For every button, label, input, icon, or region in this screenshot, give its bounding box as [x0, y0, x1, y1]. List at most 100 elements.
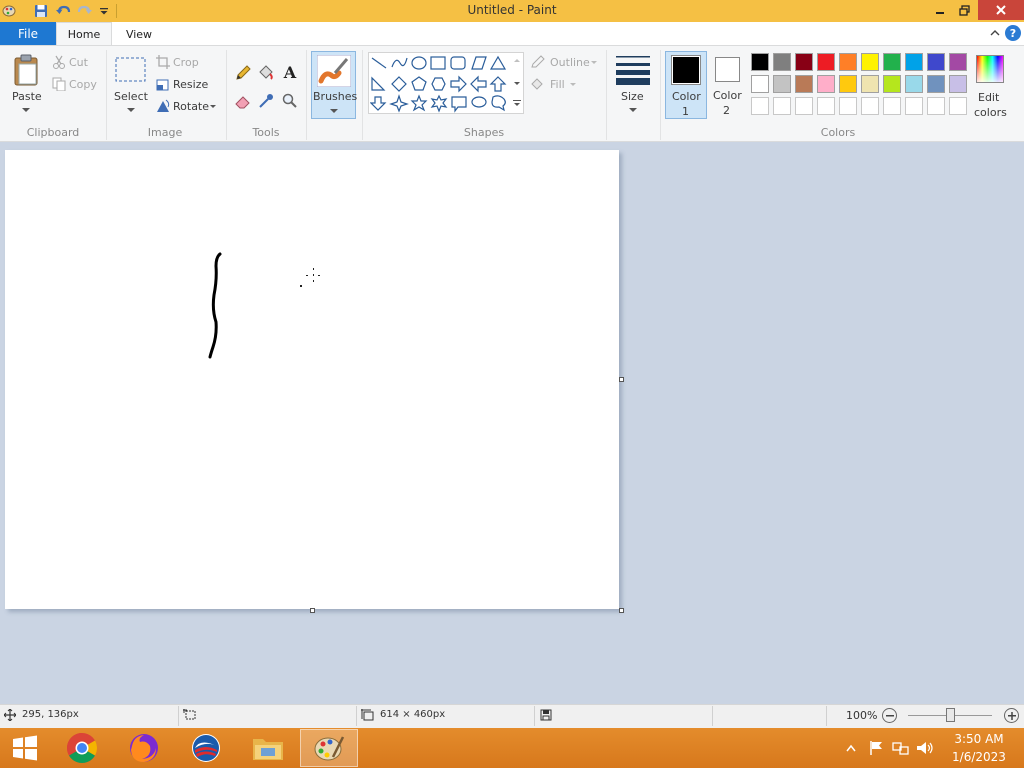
close-button[interactable] — [978, 0, 1024, 20]
show-hidden-icons-chevron[interactable] — [846, 744, 856, 752]
rotate-button[interactable]: Rotate — [156, 98, 218, 116]
palette-color-turquoise[interactable] — [905, 53, 923, 71]
palette-custom-slot[interactable] — [795, 97, 813, 115]
redo-icon[interactable] — [76, 2, 94, 20]
volume-icon[interactable] — [916, 740, 934, 756]
status-divider — [826, 706, 827, 726]
canvas-resize-handle-corner[interactable] — [619, 608, 624, 613]
paint-taskbar-button[interactable] — [300, 729, 358, 767]
magnifier-icon[interactable] — [281, 92, 299, 110]
shapes-gallery-icons[interactable] — [370, 54, 510, 114]
pencil-icon[interactable] — [234, 64, 252, 82]
color1-fill — [673, 57, 699, 83]
palette-custom-slot[interactable] — [817, 97, 835, 115]
palette-color-brown[interactable] — [795, 75, 813, 93]
file-menu-tab[interactable]: File — [0, 22, 56, 45]
eraser-icon[interactable] — [234, 92, 252, 110]
palette-color-lime[interactable] — [883, 75, 901, 93]
palette-custom-slot[interactable] — [927, 97, 945, 115]
palette-custom-slot[interactable] — [861, 97, 879, 115]
scissors-icon — [53, 55, 65, 69]
taskbar-clock-time[interactable]: 3:50 AM — [944, 732, 1014, 746]
save-icon[interactable] — [32, 2, 50, 20]
minimize-button[interactable] — [928, 0, 952, 20]
chrome-taskbar-button[interactable] — [54, 729, 110, 767]
palette-custom-slot[interactable] — [883, 97, 901, 115]
customize-quick-access-icon[interactable] — [95, 2, 113, 20]
palette-custom-slot[interactable] — [949, 97, 967, 115]
palette-color-indigo[interactable] — [927, 53, 945, 71]
palette-color-blue-gray[interactable] — [927, 75, 945, 93]
brushes-button[interactable]: Brushes — [311, 51, 357, 119]
palette-color-gold[interactable] — [839, 75, 857, 93]
edit-colors-button[interactable]: Edit colors — [972, 52, 1010, 120]
palette-custom-slot[interactable] — [839, 97, 857, 115]
palette-color-light-gray[interactable] — [773, 75, 791, 93]
plus-icon — [1007, 711, 1016, 720]
outline-dropdown[interactable]: Outline — [530, 54, 600, 72]
zoom-in-button[interactable] — [1004, 708, 1019, 723]
action-center-flag-icon[interactable] — [868, 740, 884, 756]
palette-color-gray[interactable] — [773, 53, 791, 71]
canvas-resize-handle-bottom[interactable] — [310, 608, 315, 613]
tab-view[interactable]: View — [114, 22, 164, 46]
file-explorer-taskbar-button[interactable] — [240, 729, 296, 767]
canvas-drawing — [208, 252, 320, 359]
rotate-icon — [157, 99, 170, 112]
cursor-position: 295, 136px — [22, 709, 79, 720]
palette-color-yellow[interactable] — [861, 53, 879, 71]
color2-button[interactable]: Color 2 — [710, 51, 746, 119]
help-icon[interactable]: ? — [1005, 25, 1021, 41]
restore-button[interactable] — [952, 0, 976, 20]
palette-color-black[interactable] — [751, 53, 769, 71]
palette-custom-slot[interactable] — [751, 97, 769, 115]
palette-custom-slot[interactable] — [773, 97, 791, 115]
obama-logo-taskbar-button[interactable] — [178, 729, 234, 767]
color2-swatch — [715, 57, 740, 82]
copy-button[interactable]: Copy — [52, 76, 102, 94]
palette-color-lavender[interactable] — [949, 75, 967, 93]
taskbar-clock-date[interactable]: 1/6/2023 — [944, 750, 1014, 764]
ribbon-minimize-icon[interactable] — [988, 26, 1002, 40]
palette-color-red[interactable] — [817, 53, 835, 71]
selection-size-icon — [183, 709, 196, 720]
crop-button[interactable]: Crop — [156, 54, 212, 72]
palette-color-white[interactable] — [751, 75, 769, 93]
undo-icon[interactable] — [54, 2, 72, 20]
palette-color-rose[interactable] — [817, 75, 835, 93]
file-size-icon — [540, 709, 552, 721]
select-button[interactable]: Select — [112, 52, 150, 114]
paint-app-icon[interactable] — [0, 2, 18, 20]
color1-button[interactable]: Color 1 — [665, 51, 707, 119]
fill-dropdown[interactable]: Fill — [530, 76, 590, 94]
canvas-resize-handle-right[interactable] — [619, 377, 624, 382]
tab-home[interactable]: Home — [56, 22, 112, 46]
palette-color-purple[interactable] — [949, 53, 967, 71]
shapes-group-label: Shapes — [463, 126, 505, 139]
zoom-out-button[interactable] — [882, 708, 897, 723]
fill-bucket-icon[interactable] — [257, 64, 275, 82]
palette-color-dark-red[interactable] — [795, 53, 813, 71]
colors-group-label: Colors — [820, 126, 856, 139]
shapes-gallery-scroll[interactable] — [512, 56, 522, 112]
palette-color-light-turquoise[interactable] — [905, 75, 923, 93]
palette-custom-slot[interactable] — [905, 97, 923, 115]
drawing-canvas[interactable] — [5, 150, 619, 609]
palette-color-green[interactable] — [883, 53, 901, 71]
text-tool-icon[interactable]: A — [281, 63, 299, 82]
resize-icon — [156, 79, 169, 91]
firefox-taskbar-button[interactable] — [116, 729, 172, 767]
paint-palette-icon — [314, 736, 345, 761]
color-picker-icon[interactable] — [257, 92, 275, 110]
network-icon[interactable] — [892, 740, 910, 756]
resize-button[interactable]: Resize — [156, 76, 212, 94]
palette-color-orange[interactable] — [839, 53, 857, 71]
tools-group-label: Tools — [252, 126, 280, 139]
palette-color-light-yellow[interactable] — [861, 75, 879, 93]
size-button[interactable]: Size — [612, 52, 654, 118]
zoom-slider-thumb[interactable] — [946, 708, 955, 722]
fill-label: Fill — [550, 78, 565, 91]
cut-button[interactable]: Cut — [52, 54, 102, 72]
start-button[interactable] — [0, 729, 50, 767]
paste-button[interactable]: Paste — [8, 52, 46, 114]
